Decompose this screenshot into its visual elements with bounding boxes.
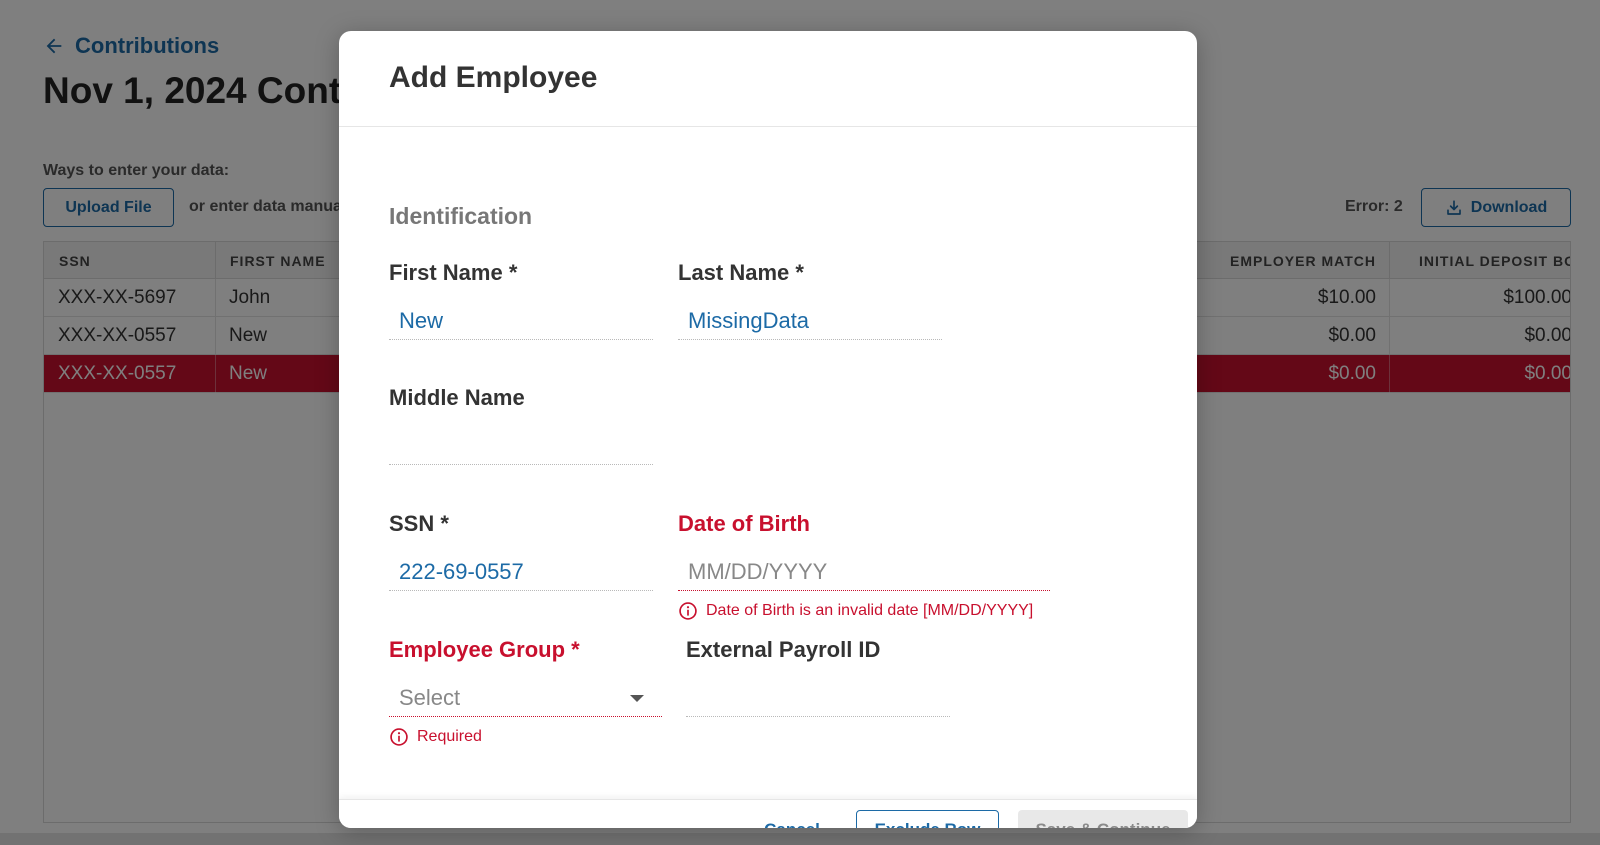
external-payroll-id-input[interactable] <box>686 679 950 717</box>
employee-group-error-text: Required <box>417 728 482 745</box>
employee-group-error: Required <box>389 727 482 747</box>
exclude-row-button[interactable]: Exclude Row <box>856 810 999 828</box>
last-name-label: Last Name * <box>678 260 804 285</box>
middle-name-field: Middle Name <box>389 385 653 469</box>
cancel-button[interactable]: Cancel <box>747 810 837 828</box>
employee-group-selected-value: Select <box>399 684 461 710</box>
modal-title: Add Employee <box>389 61 598 94</box>
error-info-icon <box>679 602 697 620</box>
date-of-birth-label: Date of Birth <box>678 511 810 536</box>
date-of-birth-field: Date of Birth Date of Birth is an invali… <box>678 511 1050 626</box>
modal-header: Add Employee <box>339 31 1197 127</box>
last-name-input[interactable] <box>678 302 942 340</box>
employee-group-select[interactable]: Select <box>389 679 662 717</box>
ssn-input[interactable] <box>389 553 653 591</box>
middle-name-label: Middle Name <box>389 385 525 410</box>
save-continue-button[interactable]: Save & Continue <box>1018 810 1188 828</box>
first-name-field: First Name * <box>389 260 653 344</box>
error-info-icon <box>390 728 408 746</box>
external-payroll-id-label: External Payroll ID <box>686 637 881 662</box>
ssn-field: SSN * <box>389 511 653 595</box>
first-name-label: First Name * <box>389 260 518 285</box>
section-title-identification: Identification <box>389 203 533 229</box>
middle-name-input[interactable] <box>389 427 653 465</box>
modal-body: Identification First Name * Last Name * … <box>339 127 1197 799</box>
add-employee-modal: Add Employee Identification First Name *… <box>339 31 1197 828</box>
ssn-label: SSN * <box>389 511 449 536</box>
date-of-birth-error-text: Date of Birth is an invalid date [MM/DD/… <box>706 602 1034 619</box>
date-of-birth-error: Date of Birth is an invalid date [MM/DD/… <box>678 601 1033 621</box>
date-of-birth-input[interactable] <box>678 553 1050 591</box>
employee-group-label: Employee Group * <box>389 637 580 662</box>
employee-group-field: Employee Group * Select Required <box>389 637 662 752</box>
external-payroll-id-field: External Payroll ID <box>686 637 950 721</box>
last-name-field: Last Name * <box>678 260 942 344</box>
modal-footer: Cancel Exclude Row Save & Continue <box>339 799 1197 828</box>
first-name-input[interactable] <box>389 302 653 340</box>
chevron-down-icon <box>630 695 644 702</box>
